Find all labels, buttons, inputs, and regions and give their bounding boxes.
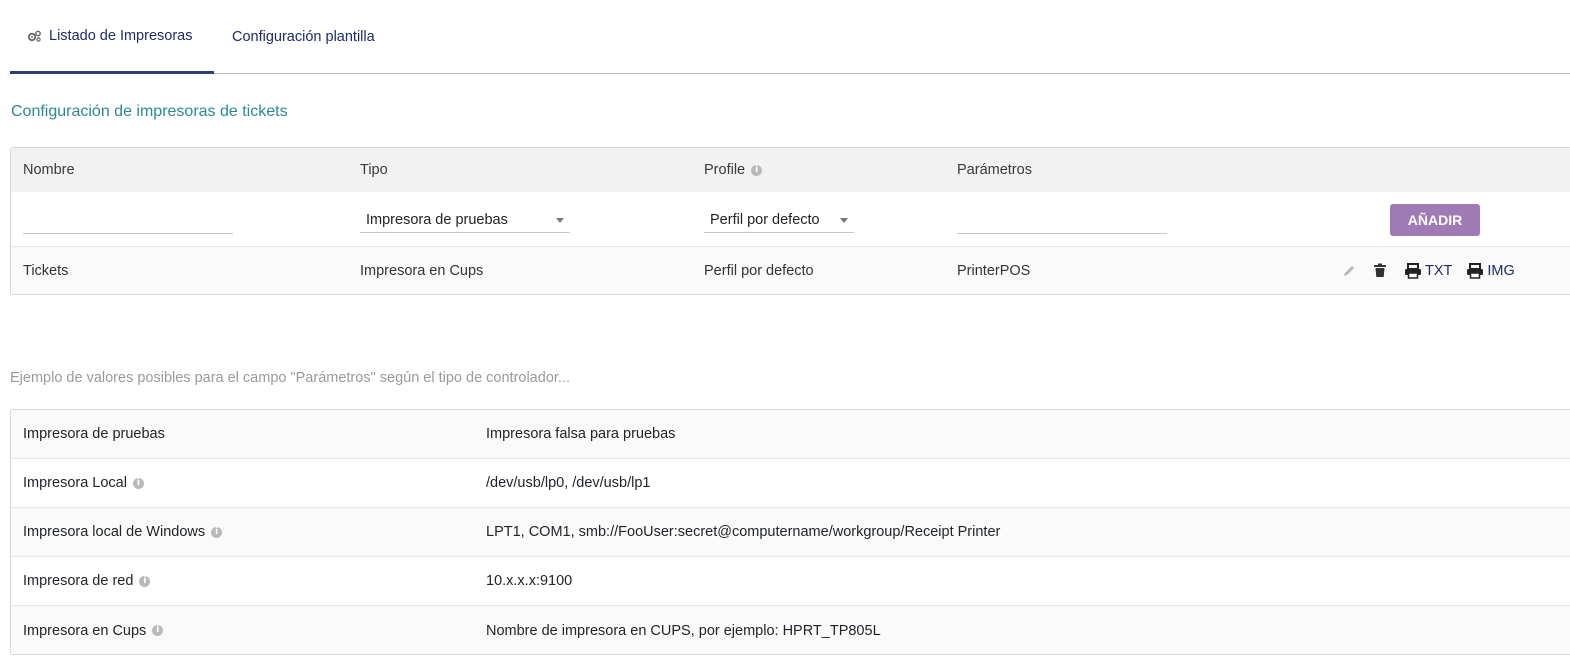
new-printer-row: Impresora de pruebas Perfil por defecto … — [11, 192, 1570, 247]
example-name: Impresora Local i — [23, 459, 144, 507]
header-profile: Profile i — [704, 148, 763, 192]
pencil-icon — [1344, 265, 1354, 276]
info-icon[interactable]: i — [152, 625, 164, 636]
example-row: Impresora de red i 10.x.x.x:9100 — [11, 557, 1570, 606]
tab-listado-impresoras[interactable]: Listado de Impresoras — [10, 0, 214, 74]
profile-select-value: Perfil por defecto — [710, 211, 820, 228]
row-actions: TXT IMG — [1342, 247, 1529, 294]
table-row: Tickets Impresora en Cups Perfil por def… — [11, 247, 1570, 294]
parametros-input[interactable] — [957, 207, 1167, 234]
print-txt-label: TXT — [1425, 262, 1453, 279]
info-icon[interactable]: i — [751, 164, 763, 176]
tipo-select[interactable]: Impresora de pruebas — [360, 207, 570, 233]
example-name-label: Impresora Local — [23, 475, 127, 491]
example-name: Impresora de pruebas — [23, 410, 165, 458]
info-icon[interactable]: i — [132, 477, 144, 489]
info-icon[interactable]: i — [211, 526, 223, 538]
header-nombre: Nombre — [23, 162, 75, 178]
printer-icon — [1405, 262, 1421, 279]
printer-icon — [1467, 262, 1484, 279]
row-profile: Perfil por defecto — [704, 262, 814, 279]
example-row: Impresora de pruebas Impresora falsa par… — [11, 410, 1570, 459]
nombre-input[interactable] — [23, 207, 233, 234]
tab-configuracion-plantilla[interactable]: Configuración plantilla — [232, 0, 375, 74]
row-tipo: Impresora en Cups — [360, 262, 484, 279]
chevron-down-icon — [556, 218, 564, 223]
tab-label: Configuración plantilla — [232, 29, 375, 45]
tab-label: Listado de Impresoras — [49, 27, 193, 44]
gears-icon — [27, 30, 41, 42]
print-txt-button[interactable]: TXT — [1404, 262, 1453, 279]
example-name-label: Impresora de pruebas — [23, 426, 165, 442]
section-title: Configuración de impresoras de tickets — [11, 103, 288, 120]
example-name: Impresora local de Windows i — [23, 508, 223, 556]
header-parametros: Parámetros — [957, 162, 1032, 178]
header-profile-label: Profile — [704, 162, 746, 178]
example-value: Nombre de impresora en CUPS, por ejemplo… — [486, 622, 881, 639]
example-row: Impresora Local i /dev/usb/lp0, /dev/usb… — [11, 459, 1570, 508]
example-note: Ejemplo de valores posibles para el camp… — [10, 370, 570, 386]
example-name-label: Impresora local de Windows — [23, 524, 206, 540]
row-nombre: Tickets — [23, 262, 69, 279]
chevron-down-icon — [840, 218, 848, 223]
example-value: /dev/usb/lp0, /dev/usb/lp1 — [486, 475, 651, 491]
example-value: 10.x.x.x:9100 — [486, 573, 573, 589]
example-value: Impresora falsa para pruebas — [486, 426, 676, 442]
printer-table: Nombre Tipo Profile i Parámetros Impreso… — [10, 147, 1570, 295]
info-icon[interactable]: i — [139, 575, 151, 587]
example-row: Impresora local de Windows i LPT1, COM1,… — [11, 508, 1570, 557]
edit-button[interactable] — [1342, 264, 1359, 278]
example-name: Impresora de red i — [23, 557, 151, 605]
example-value: LPT1, COM1, smb://FooUser:secret@compute… — [486, 524, 1001, 540]
print-img-label: IMG — [1487, 262, 1515, 279]
row-parametros: PrinterPOS — [957, 262, 1031, 279]
delete-button[interactable] — [1373, 263, 1390, 278]
example-name-label: Impresora de red — [23, 573, 134, 589]
table-header: Nombre Tipo Profile i Parámetros — [11, 148, 1570, 192]
examples-table: Impresora de pruebas Impresora falsa par… — [10, 409, 1570, 655]
tipo-select-value: Impresora de pruebas — [366, 211, 508, 228]
add-printer-button[interactable]: AÑADIR — [1390, 204, 1480, 236]
tab-bar: Listado de Impresoras Configuración plan… — [10, 0, 1570, 74]
header-tipo: Tipo — [360, 162, 388, 178]
trash-icon — [1374, 263, 1386, 277]
example-name: Impresora en Cups i — [23, 606, 164, 654]
example-row: Impresora en Cups i Nombre de impresora … — [11, 606, 1570, 654]
example-name-label: Impresora en Cups — [23, 622, 147, 639]
print-img-button[interactable]: IMG — [1466, 262, 1515, 279]
profile-select[interactable]: Perfil por defecto — [704, 207, 854, 233]
